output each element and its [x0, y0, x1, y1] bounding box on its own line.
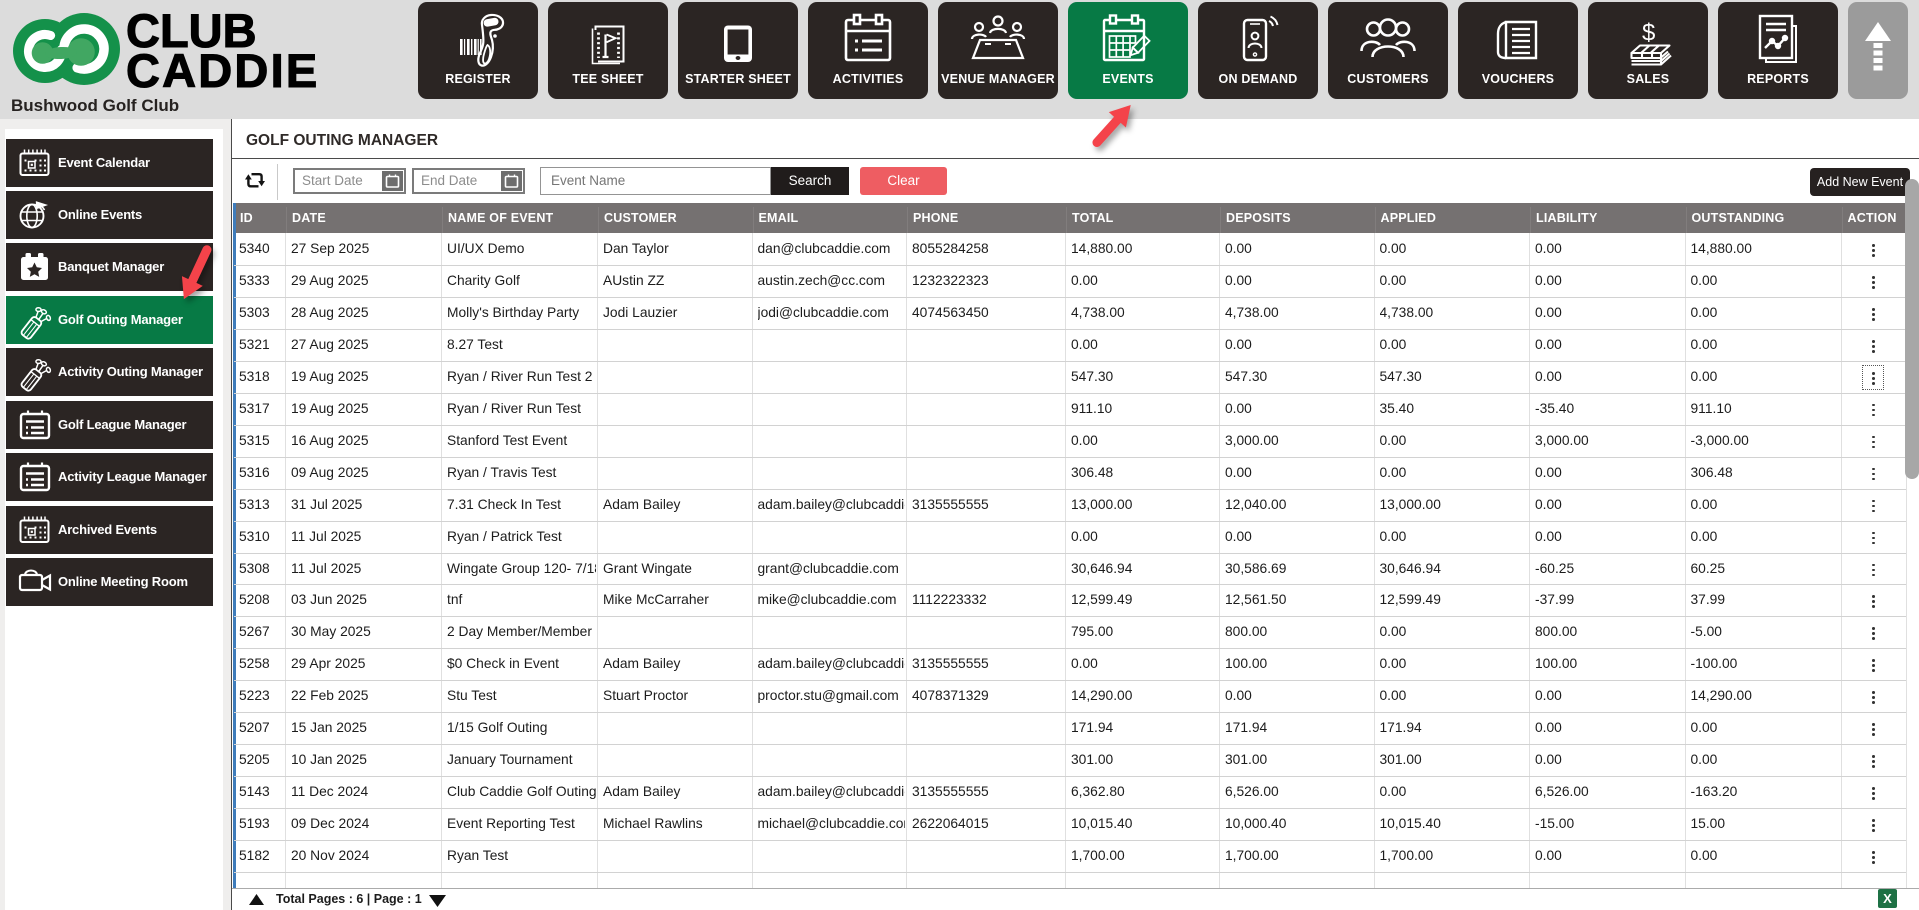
svg-text:$: $	[1642, 20, 1655, 47]
